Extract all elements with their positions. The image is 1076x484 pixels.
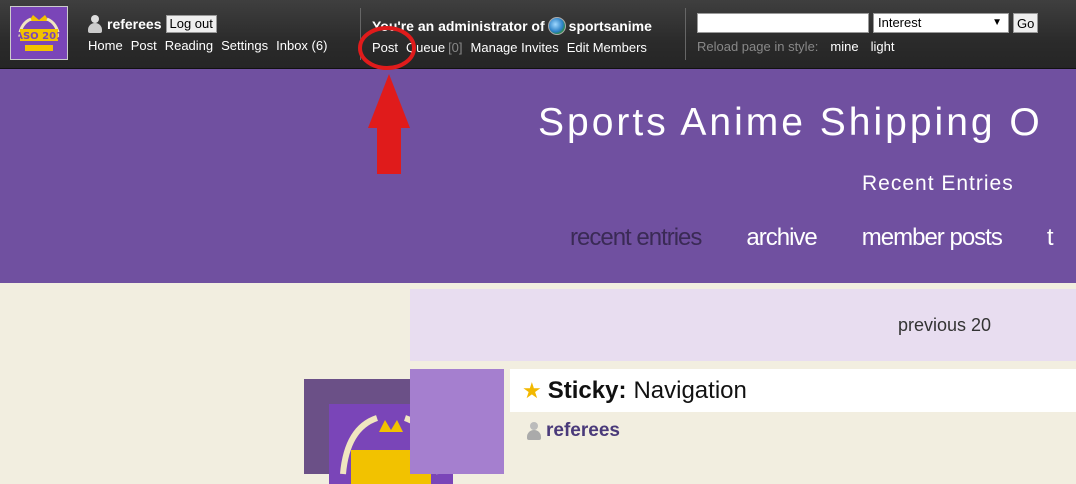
- logo-text: SASO 2017: [11, 31, 67, 42]
- page-subtitle: Recent Entries: [862, 172, 1014, 195]
- tab-truncated[interactable]: t: [1047, 224, 1054, 252]
- admin-links: Post Queue [0] Manage Invites Edit Membe…: [372, 40, 655, 55]
- style-reload-label: Reload page in style:: [697, 39, 819, 54]
- style-mine-link[interactable]: mine: [830, 39, 858, 54]
- nav-reading[interactable]: Reading: [165, 38, 213, 53]
- tab-archive[interactable]: archive: [746, 224, 817, 252]
- search-input[interactable]: [697, 13, 869, 33]
- style-light-link[interactable]: light: [871, 39, 895, 54]
- user-icon: [527, 422, 541, 440]
- username[interactable]: referees: [107, 16, 162, 32]
- queue-count: [0]: [448, 40, 463, 55]
- admin-queue-link[interactable]: Queue: [406, 40, 445, 55]
- previous-page-link[interactable]: previous 20: [898, 315, 991, 336]
- admin-post-link[interactable]: Post: [372, 40, 398, 55]
- journal-tabs: recent entries archive member posts t: [570, 224, 1076, 252]
- tab-member-posts[interactable]: member posts: [862, 224, 1003, 252]
- edit-members-link[interactable]: Edit Members: [567, 40, 647, 55]
- search-type-value: Interest: [878, 15, 922, 30]
- community-name[interactable]: sportsanime: [569, 18, 652, 34]
- manage-invites-link[interactable]: Manage Invites: [471, 40, 559, 55]
- nav-post[interactable]: Post: [131, 38, 157, 53]
- entry-side-bar: [410, 369, 504, 474]
- poster-name[interactable]: referees: [546, 420, 620, 442]
- user-block: referees Log out Home Post Reading Setti…: [88, 14, 335, 53]
- search-block: Interest ▼ Go Reload page in style: mine…: [697, 13, 1039, 54]
- nav-inbox[interactable]: Inbox (6): [276, 38, 327, 53]
- tab-recent-entries[interactable]: recent entries: [570, 224, 702, 252]
- dropdown-arrow-icon: ▼: [992, 17, 1002, 28]
- search-type-select[interactable]: Interest ▼: [873, 13, 1009, 33]
- journal-title[interactable]: Sports Anime Shipping O: [538, 101, 1043, 145]
- nav-home[interactable]: Home: [88, 38, 123, 53]
- admin-prefix: You're an administrator of: [372, 18, 545, 34]
- divider: [685, 8, 686, 60]
- entry-navigation: previous 20: [410, 289, 1076, 361]
- logout-button[interactable]: Log out: [165, 15, 217, 33]
- star-icon: ★: [522, 377, 542, 403]
- entry-title[interactable]: Navigation: [633, 377, 746, 405]
- sticky-label: Sticky:: [547, 376, 627, 404]
- main-nav-links: Home Post Reading Settings Inbox (6): [88, 38, 335, 53]
- go-button[interactable]: Go: [1013, 13, 1039, 33]
- user-icon: [88, 15, 102, 33]
- nav-settings[interactable]: Settings: [221, 38, 268, 53]
- journal-header: Sports Anime Shipping O Recent Entries r…: [0, 69, 1076, 283]
- divider: [360, 8, 361, 60]
- globe-icon: [547, 17, 566, 35]
- community-logo[interactable]: SASO 2017: [10, 6, 68, 60]
- admin-block: You're an administrator of sportsanime P…: [372, 16, 655, 55]
- entry-poster[interactable]: referees: [527, 420, 620, 442]
- top-nav-bar: SASO 2017 referees Log out Home Post Rea…: [0, 0, 1076, 69]
- entry-title-bar: ★ Sticky: Navigation: [510, 369, 1076, 412]
